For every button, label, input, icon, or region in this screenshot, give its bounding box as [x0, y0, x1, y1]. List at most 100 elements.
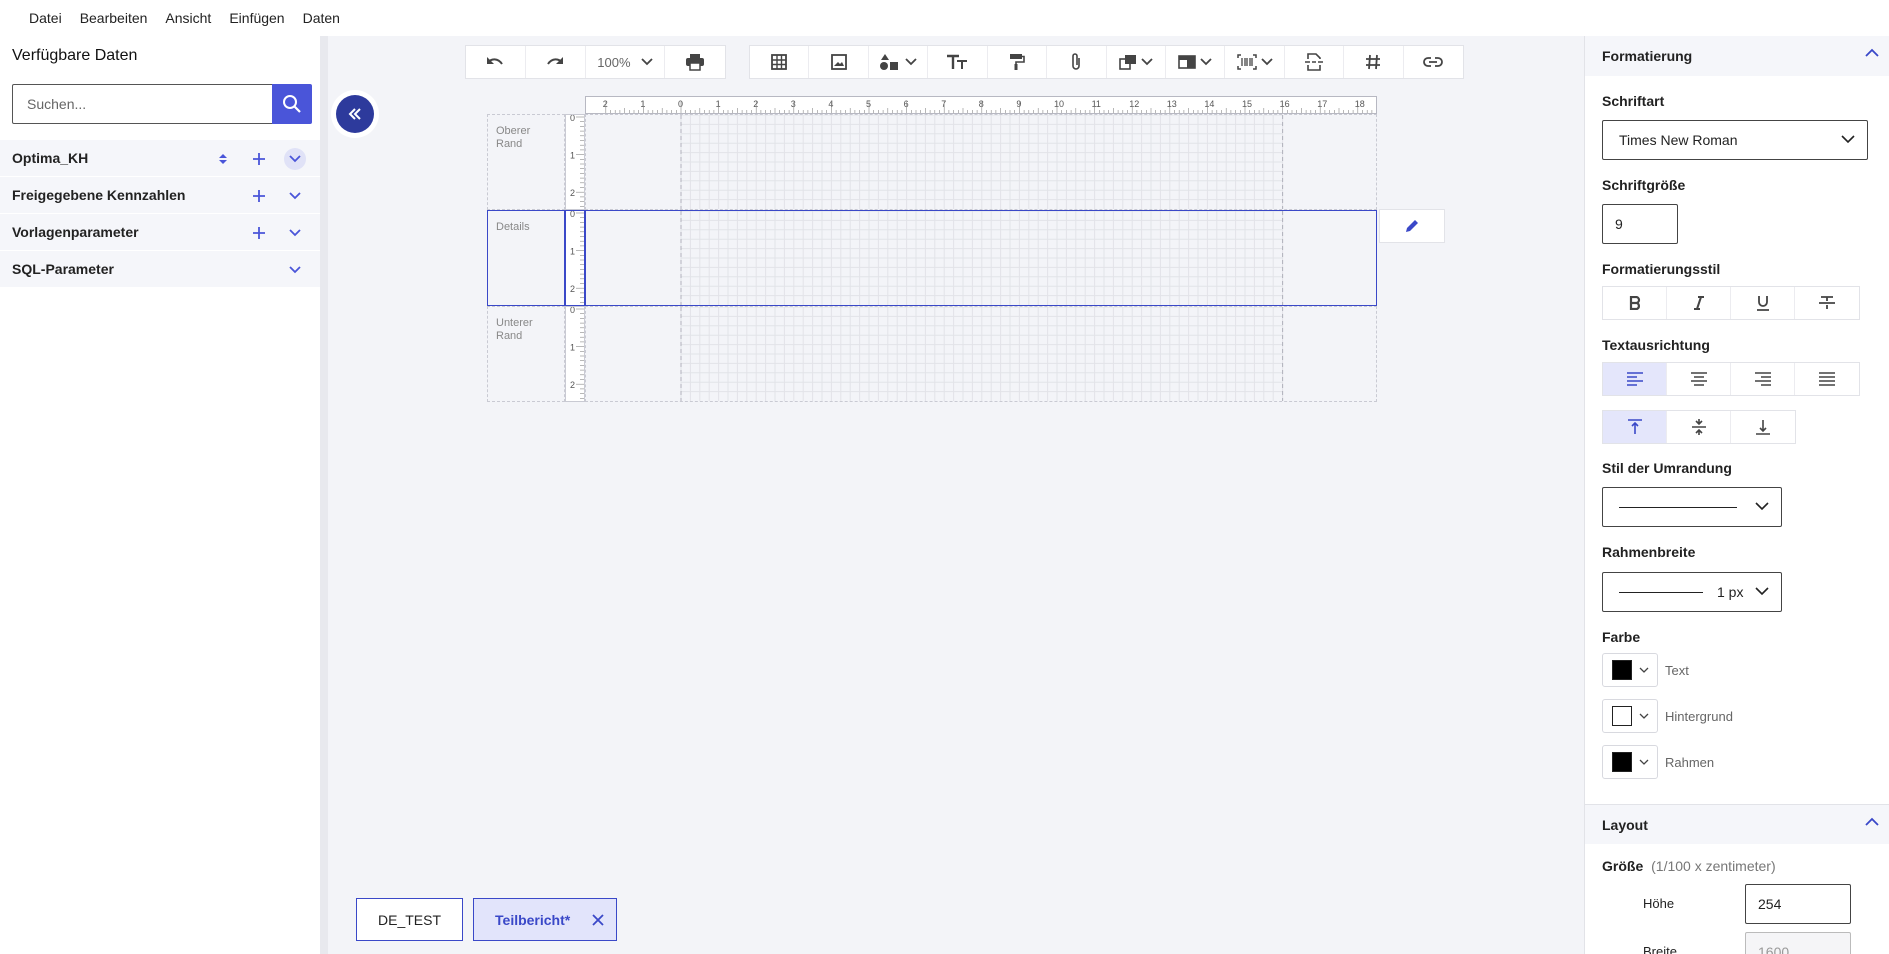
tree-item-vorlagenparameter[interactable]: Vorlagenparameter [0, 214, 320, 251]
add-icon[interactable] [248, 222, 270, 244]
print-icon [686, 54, 705, 71]
print-button[interactable] [665, 46, 725, 78]
color-label: Farbe [1602, 629, 1641, 645]
menu-bearbeiten[interactable]: Bearbeiten [80, 10, 148, 26]
band-label-details[interactable]: Details [487, 210, 565, 306]
height-input[interactable]: 254 [1745, 884, 1851, 924]
chevron-down-icon[interactable] [284, 148, 306, 170]
strikethrough-button[interactable] [1795, 287, 1859, 319]
font-size-value: 9 [1615, 216, 1623, 232]
search-icon [283, 95, 301, 113]
text-size-icon [947, 54, 968, 69]
zoom-select[interactable]: 100% [586, 46, 666, 78]
arrange-button[interactable] [1107, 46, 1166, 78]
tree-item-sql-parameter[interactable]: SQL-Parameter [0, 251, 320, 288]
font-value: Times New Roman [1619, 132, 1738, 148]
search-input[interactable] [12, 84, 273, 124]
band-label-top[interactable]: Oberer Rand [487, 114, 565, 210]
attachment-button[interactable] [1047, 46, 1107, 78]
properties-panel: Formatierung Schriftart Times New Roman … [1584, 36, 1889, 954]
chevron-down-icon[interactable] [284, 222, 306, 244]
menu-daten[interactable]: Daten [303, 10, 340, 26]
close-icon[interactable] [592, 913, 604, 926]
image-button[interactable] [809, 46, 869, 78]
link-icon [1423, 57, 1444, 67]
text-color-picker[interactable] [1602, 653, 1658, 687]
border-style-select[interactable] [1602, 487, 1782, 527]
table-button[interactable] [750, 46, 810, 78]
align-right-button[interactable] [1731, 363, 1795, 395]
font-select[interactable]: Times New Roman [1602, 120, 1868, 160]
barcode-icon [1236, 54, 1257, 70]
pencil-icon [1406, 220, 1418, 232]
band-label-bottom[interactable]: Unterer Rand [487, 306, 565, 402]
table-icon [771, 54, 788, 70]
border-color-picker[interactable] [1602, 745, 1658, 779]
collapse-sidebar-button[interactable] [336, 95, 374, 133]
tab-teilbericht[interactable]: Teilbericht* [473, 898, 618, 941]
tree-item-optima[interactable]: Optima_KH [0, 140, 320, 177]
chevron-down-icon[interactable] [284, 185, 306, 207]
align-justify-button[interactable] [1795, 363, 1859, 395]
menu-ansicht[interactable]: Ansicht [165, 10, 211, 26]
undo-icon [487, 57, 504, 65]
menu-einfuegen[interactable]: Einfügen [229, 10, 284, 26]
ruler-tick-label: 3 [791, 99, 796, 109]
report-tabs: DE_TEST Teilbericht* [356, 898, 627, 941]
search-button[interactable] [272, 84, 312, 124]
border-width-select[interactable]: 1 px [1602, 572, 1782, 612]
layout-section-header[interactable]: Layout [1585, 804, 1889, 844]
chevron-down-icon [905, 58, 917, 66]
background-color-picker[interactable] [1602, 699, 1658, 733]
bold-button[interactable] [1603, 287, 1667, 319]
width-input[interactable]: 1600 [1745, 932, 1851, 954]
redo-button[interactable] [526, 46, 586, 78]
band-label-text: Oberer Rand [496, 125, 531, 150]
sort-icon[interactable] [212, 148, 234, 170]
image-icon [830, 54, 847, 70]
band-bottom-margin[interactable] [585, 306, 1377, 402]
chevron-down-icon[interactable] [284, 259, 306, 281]
undo-button[interactable] [466, 46, 526, 78]
align-top-button[interactable] [1603, 411, 1667, 443]
tab-de-test[interactable]: DE_TEST [356, 898, 464, 941]
color-swatch [1612, 660, 1632, 680]
edit-band-button[interactable] [1379, 209, 1445, 243]
tree-item-kennzahlen[interactable]: Freigegebene Kennzahlen [0, 177, 320, 214]
menu-datei[interactable]: Datei [29, 10, 62, 26]
band-button[interactable] [1166, 46, 1226, 78]
layers-icon [1118, 55, 1136, 70]
text-button[interactable] [928, 46, 988, 78]
size-title: Größe [1602, 858, 1644, 874]
page-number-button[interactable] [1344, 46, 1404, 78]
zoom-value: 100% [597, 54, 631, 70]
border-line-preview [1619, 591, 1703, 593]
format-painter-button[interactable] [988, 46, 1048, 78]
add-icon[interactable] [248, 185, 270, 207]
align-center-button[interactable] [1667, 363, 1731, 395]
underline-button[interactable] [1731, 287, 1795, 319]
font-size-input[interactable]: 9 [1602, 204, 1678, 244]
shapes-button[interactable] [869, 46, 929, 78]
align-middle-button[interactable] [1667, 411, 1731, 443]
formatting-section-header[interactable]: Formatierung [1585, 36, 1889, 76]
tree-item-label: Vorlagenparameter [12, 224, 139, 240]
band-details[interactable] [585, 210, 1377, 306]
align-bottom-button[interactable] [1731, 411, 1795, 443]
align-left-icon [1626, 372, 1643, 386]
size-label: Größe (1/100 x zentimeter) [1602, 858, 1776, 874]
align-left-button[interactable] [1603, 363, 1667, 395]
tree-item-label: SQL-Parameter [12, 261, 114, 277]
font-size-label: Schriftgröße [1602, 177, 1686, 193]
page-break-button[interactable] [1285, 46, 1345, 78]
border-style-label: Stil der Umrandung [1602, 460, 1732, 476]
chevron-down-icon [1755, 587, 1769, 596]
ruler-tick-label: 11 [1092, 99, 1101, 109]
border-width-value: 1 px [1717, 584, 1744, 600]
link-button[interactable] [1404, 46, 1463, 78]
border-line-preview [1619, 506, 1737, 508]
barcode-button[interactable] [1225, 46, 1285, 78]
band-top-margin[interactable] [585, 114, 1377, 210]
italic-button[interactable] [1667, 287, 1731, 319]
add-icon[interactable] [248, 148, 270, 170]
